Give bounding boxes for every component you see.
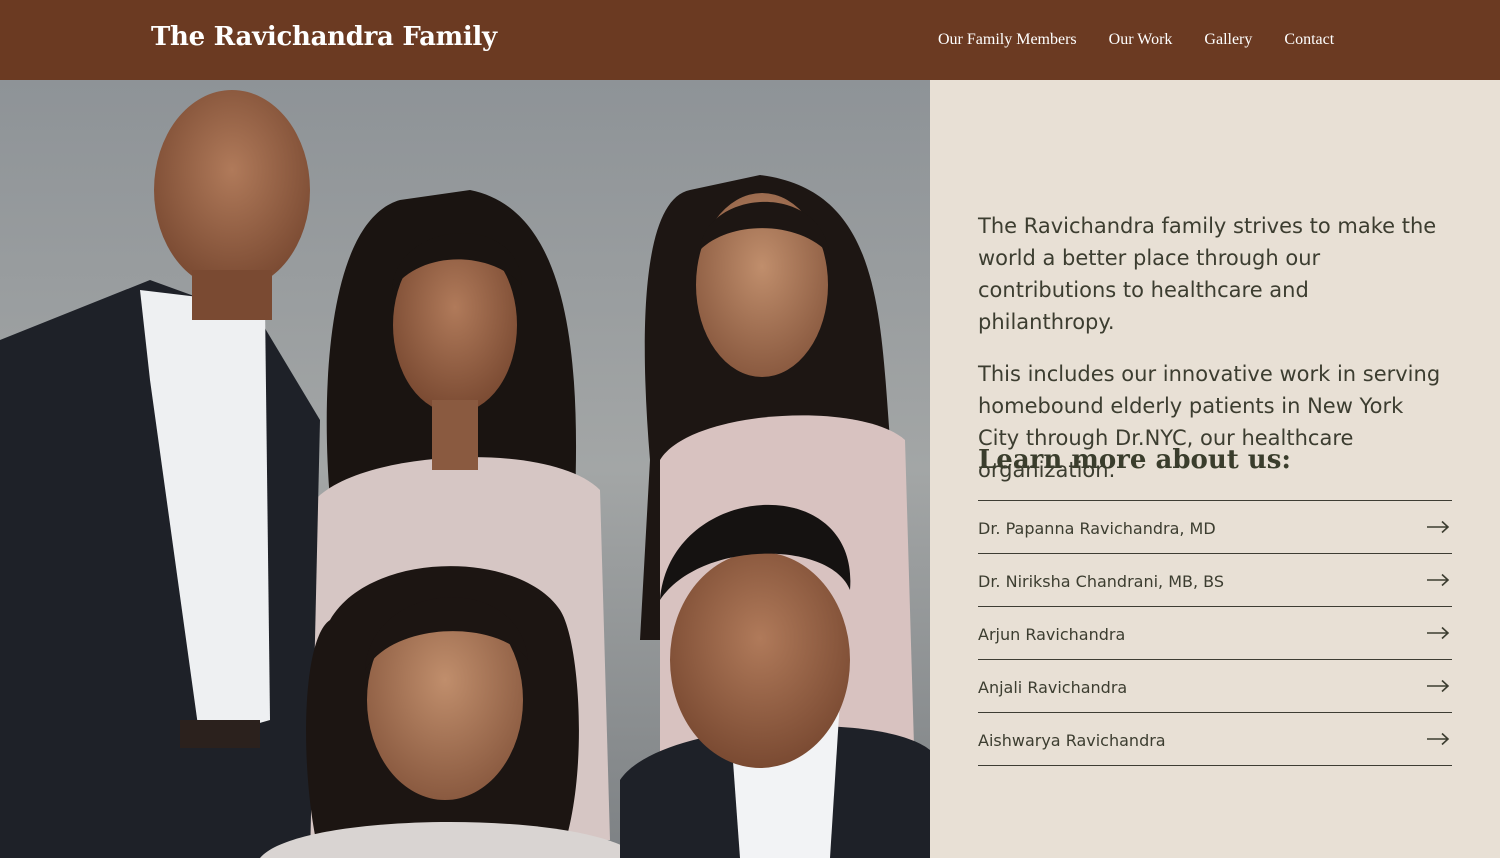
member-link-label: Aishwarya Ravichandra	[978, 730, 1166, 750]
member-link-anjali[interactable]: Anjali Ravichandra	[978, 660, 1452, 713]
learn-more-heading: Learn more about us:	[978, 445, 1291, 475]
intro-panel: The Ravichandra family strives to make t…	[930, 80, 1500, 858]
arrow-right-icon	[1427, 679, 1450, 693]
site-title[interactable]: The Ravichandra Family	[151, 22, 497, 52]
intro-paragraph-1: The Ravichandra family strives to make t…	[978, 214, 1437, 334]
member-link-label: Arjun Ravichandra	[978, 624, 1126, 644]
nav-link-gallery[interactable]: Gallery	[1204, 30, 1252, 50]
member-link-label: Anjali Ravichandra	[978, 677, 1128, 697]
nav-link-contact[interactable]: Contact	[1284, 30, 1334, 50]
main-nav: Our Family Members Our Work Gallery Cont…	[938, 30, 1334, 50]
family-portrait-photo	[0, 80, 930, 858]
site-header: The Ravichandra Family Our Family Member…	[0, 0, 1500, 80]
nav-link-our-work[interactable]: Our Work	[1109, 30, 1173, 50]
member-links-list: Dr. Papanna Ravichandra, MD Dr. Niriksha…	[978, 500, 1452, 766]
member-link-label: Dr. Niriksha Chandrani, MB, BS	[978, 571, 1225, 591]
member-link-papanna[interactable]: Dr. Papanna Ravichandra, MD	[978, 501, 1452, 554]
nav-link-family-members[interactable]: Our Family Members	[938, 30, 1077, 50]
arrow-right-icon	[1427, 626, 1450, 640]
arrow-right-icon	[1427, 520, 1450, 534]
member-link-label: Dr. Papanna Ravichandra, MD	[978, 518, 1216, 538]
member-link-niriksha[interactable]: Dr. Niriksha Chandrani, MB, BS	[978, 554, 1452, 607]
member-link-arjun[interactable]: Arjun Ravichandra	[978, 607, 1452, 660]
member-link-aishwarya[interactable]: Aishwarya Ravichandra	[978, 713, 1452, 766]
family-portrait-illustration	[0, 80, 930, 858]
arrow-right-icon	[1427, 732, 1450, 746]
arrow-right-icon	[1427, 573, 1450, 587]
